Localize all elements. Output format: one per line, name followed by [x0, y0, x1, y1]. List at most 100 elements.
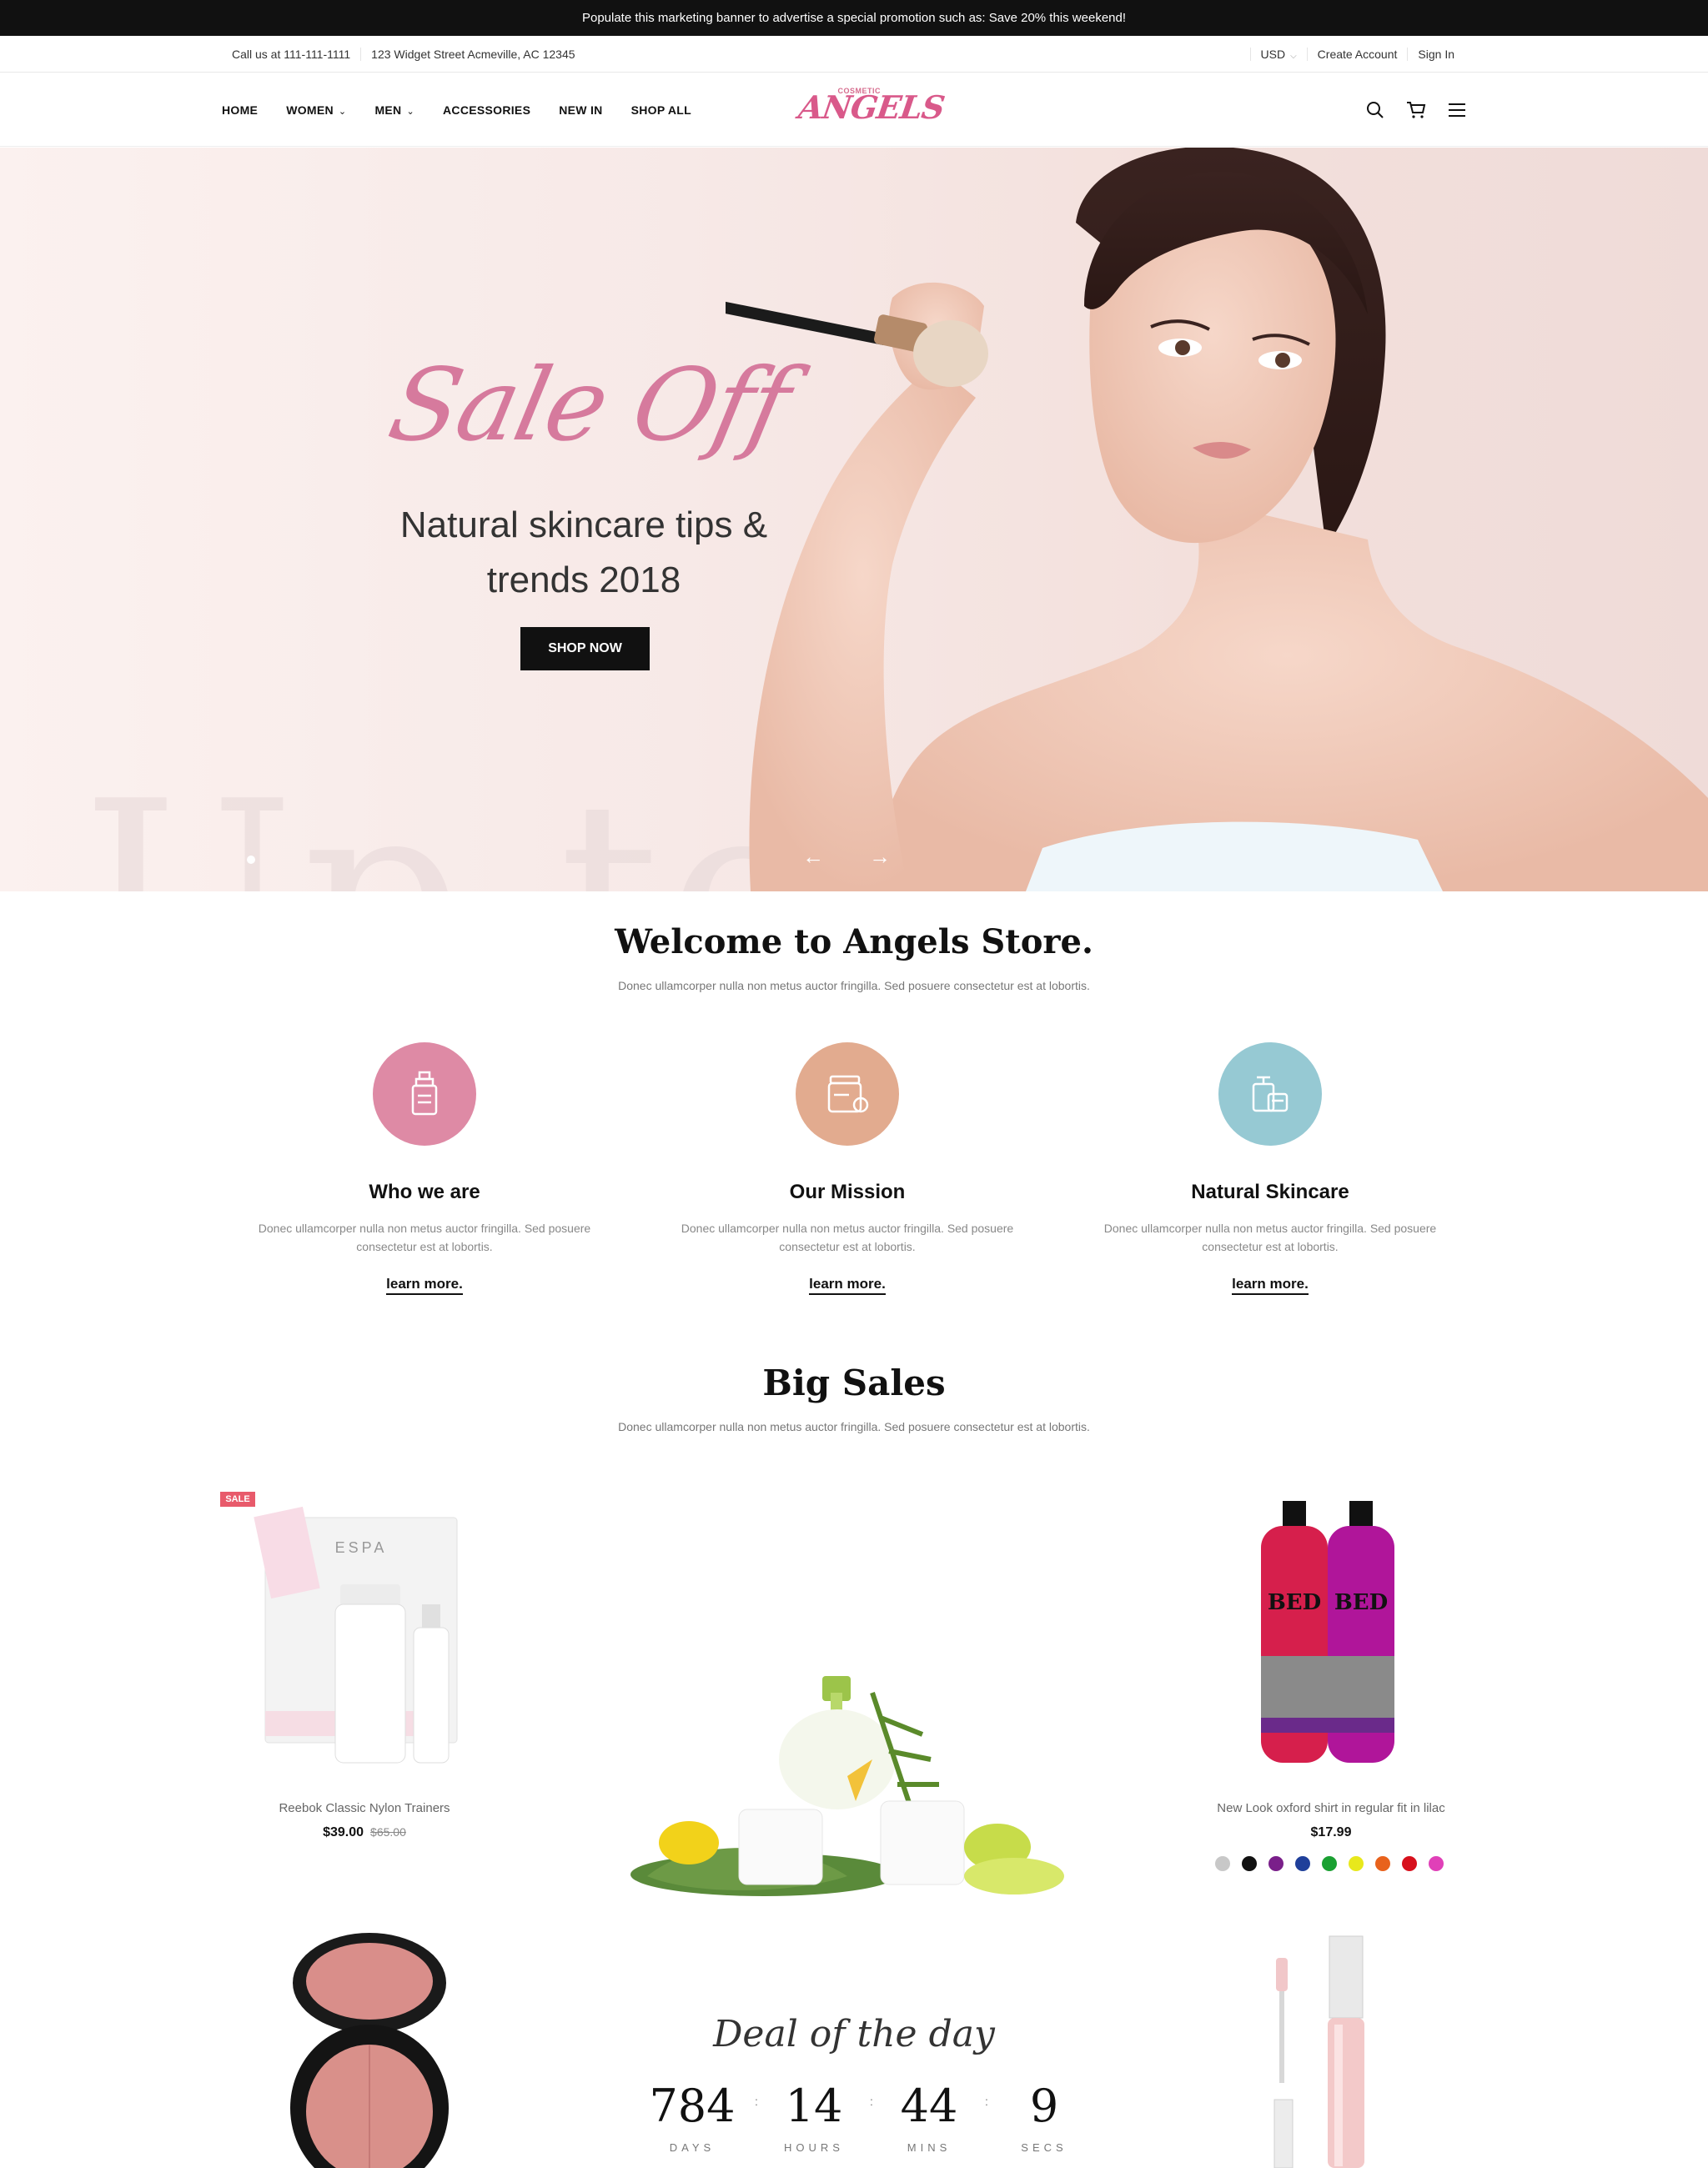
nav-item-label: WOMEN — [286, 103, 334, 117]
feature-icon-circle — [796, 1042, 899, 1146]
countdown-label: MINS — [907, 2141, 952, 2154]
feature-title: Our Mission — [789, 1181, 906, 1203]
deal-of-the-day-title: Deal of the day — [713, 2013, 995, 2055]
hero-script-title: Sale Off — [379, 348, 799, 464]
color-swatch[interactable] — [1402, 1856, 1417, 1871]
top-info-bar: Call us at 111-111-1111 123 Widget Stree… — [0, 36, 1708, 73]
countdown-label: HOURS — [784, 2141, 844, 2154]
feature-icon-circle — [373, 1042, 476, 1146]
product-brand-label: BED — [1334, 1590, 1388, 1615]
color-swatch[interactable] — [1215, 1856, 1230, 1871]
feature-description-line: consectetur est at lobortis. — [1202, 1240, 1339, 1253]
nav-item-label: MEN — [374, 103, 402, 117]
deal-countdown: 784 DAYS : 14 HOURS : 44 MINS : 9 SECS — [642, 2080, 1088, 2154]
create-account-link[interactable]: Create Account — [1306, 48, 1408, 61]
color-swatch[interactable] — [1375, 1856, 1390, 1871]
promo-banner: Populate this marketing banner to advert… — [0, 0, 1708, 36]
product-current-price: $39.00 — [323, 1825, 364, 1839]
countdown-mins: 44 MINS — [886, 2080, 972, 2154]
search-icon[interactable] — [1366, 101, 1384, 119]
color-swatch[interactable] — [1268, 1856, 1284, 1871]
arrow-left-icon[interactable]: ← — [802, 844, 824, 870]
hero-tagline-line: trends 2018 — [486, 560, 681, 600]
phone-text: Call us at 111-111-1111 — [232, 48, 362, 61]
countdown-label: SECS — [1021, 2141, 1068, 2154]
learn-more-link[interactable]: learn more. — [809, 1276, 886, 1295]
products-icon — [1252, 1076, 1289, 1112]
hero-tagline-line: Natural skincare tips & — [399, 504, 768, 545]
hero-model-image — [726, 148, 1708, 891]
welcome-subtitle: Donec ullamcorper nulla non metus auctor… — [618, 979, 1090, 992]
color-swatch[interactable] — [1295, 1856, 1310, 1871]
countdown-secs: 9 SECS — [1001, 2080, 1088, 2154]
feature-description: Donec ullamcorper nulla non metus auctor… — [241, 1219, 608, 1256]
feature-natural-skincare: Natural Skincare Donec ullamcorper nulla… — [1087, 1042, 1454, 1295]
feature-description-line: consectetur est at lobortis. — [779, 1240, 916, 1253]
countdown-value: 784 — [649, 2080, 736, 2132]
shop-now-button[interactable]: SHOP NOW — [520, 627, 650, 670]
product-old-price: $65.00 — [370, 1825, 406, 1839]
color-swatches — [1215, 1856, 1444, 1871]
big-sales-subtitle: Donec ullamcorper nulla non metus auctor… — [618, 1420, 1090, 1433]
welcome-title: Welcome to Angels Store. — [615, 922, 1093, 961]
chevron-down-icon: ⌵ — [1290, 52, 1297, 61]
address-text: 123 Widget Street Acmeville, AC 12345 — [371, 48, 575, 61]
product-name[interactable]: New Look oxford shirt in regular fit in … — [1201, 1801, 1461, 1815]
product-image-bed-head[interactable]: BED BED — [1251, 1501, 1418, 1768]
countdown-separator: : — [870, 2095, 873, 2108]
product-brand-label: BED — [1268, 1590, 1321, 1615]
currency-value: USD — [1260, 48, 1286, 61]
sign-in-link[interactable]: Sign In — [1407, 48, 1464, 61]
feature-our-mission: Our Mission Donec ullamcorper nulla non … — [664, 1042, 1031, 1295]
color-swatch[interactable] — [1322, 1856, 1337, 1871]
countdown-separator: : — [985, 2095, 988, 2108]
countdown-value: 14 — [785, 2080, 843, 2132]
nav-item-accessories[interactable]: ACCESSORIES — [443, 103, 530, 117]
product-image-espa[interactable]: ESPA — [250, 1493, 492, 1768]
nav-item-men[interactable]: MEN ⌄ — [374, 103, 414, 117]
countdown-label: DAYS — [669, 2141, 716, 2154]
jar-icon — [827, 1075, 869, 1113]
feature-title: Who we are — [369, 1181, 480, 1203]
countdown-separator: : — [755, 2095, 758, 2108]
color-swatch[interactable] — [1242, 1856, 1257, 1871]
feature-description: Donec ullamcorper nulla non metus auctor… — [1087, 1219, 1454, 1256]
nav-item-home[interactable]: HOME — [222, 103, 258, 117]
nav-item-women[interactable]: WOMEN ⌄ — [286, 103, 346, 117]
spa-products-image — [630, 1676, 1064, 1896]
product-price: $39.00 $65.00 — [236, 1825, 493, 1840]
chevron-down-icon: ⌄ — [338, 107, 347, 117]
product-image-lipgloss[interactable] — [1268, 1933, 1376, 2168]
hero-tagline: Natural skincare tips & trends 2018 — [367, 498, 801, 608]
cart-icon[interactable] — [1406, 101, 1426, 119]
feature-title: Natural Skincare — [1191, 1181, 1349, 1203]
learn-more-link[interactable]: learn more. — [1232, 1276, 1309, 1295]
product-name[interactable]: Reebok Classic Nylon Trainers — [236, 1801, 493, 1815]
feature-who-we-are: Who we are Donec ullamcorper nulla non m… — [241, 1042, 608, 1295]
nav-item-shop-all[interactable]: SHOP ALL — [631, 103, 691, 117]
currency-select[interactable]: USD ⌵ — [1249, 48, 1307, 61]
logo-text: ANGELS — [796, 88, 947, 126]
feature-description-line: consectetur est at lobortis. — [356, 1240, 493, 1253]
color-swatch[interactable] — [1349, 1856, 1364, 1871]
feature-icon-circle — [1218, 1042, 1322, 1146]
menu-icon[interactable] — [1448, 103, 1466, 118]
countdown-value: 44 — [900, 2080, 958, 2132]
slider-dot[interactable] — [247, 856, 255, 864]
bottle-icon — [411, 1071, 438, 1116]
feature-description-line: Donec ullamcorper nulla non metus auctor… — [681, 1222, 1014, 1235]
learn-more-link[interactable]: learn more. — [386, 1276, 463, 1295]
chevron-down-icon: ⌄ — [406, 107, 414, 117]
color-swatch[interactable] — [1429, 1856, 1444, 1871]
site-logo[interactable]: COSMETIC ANGELS — [796, 82, 947, 133]
promo-text: Populate this marketing banner to advert… — [581, 11, 1127, 25]
countdown-days: 784 DAYS — [642, 2080, 742, 2154]
feature-description-line: Donec ullamcorper nulla non metus auctor… — [1103, 1222, 1437, 1235]
feature-description-line: Donec ullamcorper nulla non metus auctor… — [258, 1222, 591, 1235]
hero-slider: Up to 30% — [0, 148, 1708, 891]
product-price: $17.99 — [1310, 1825, 1352, 1839]
nav-item-new-in[interactable]: NEW IN — [559, 103, 602, 117]
feature-description: Donec ullamcorper nulla non metus auctor… — [664, 1219, 1031, 1256]
arrow-right-icon[interactable]: → — [869, 844, 891, 870]
countdown-value: 9 — [1029, 2080, 1059, 2132]
